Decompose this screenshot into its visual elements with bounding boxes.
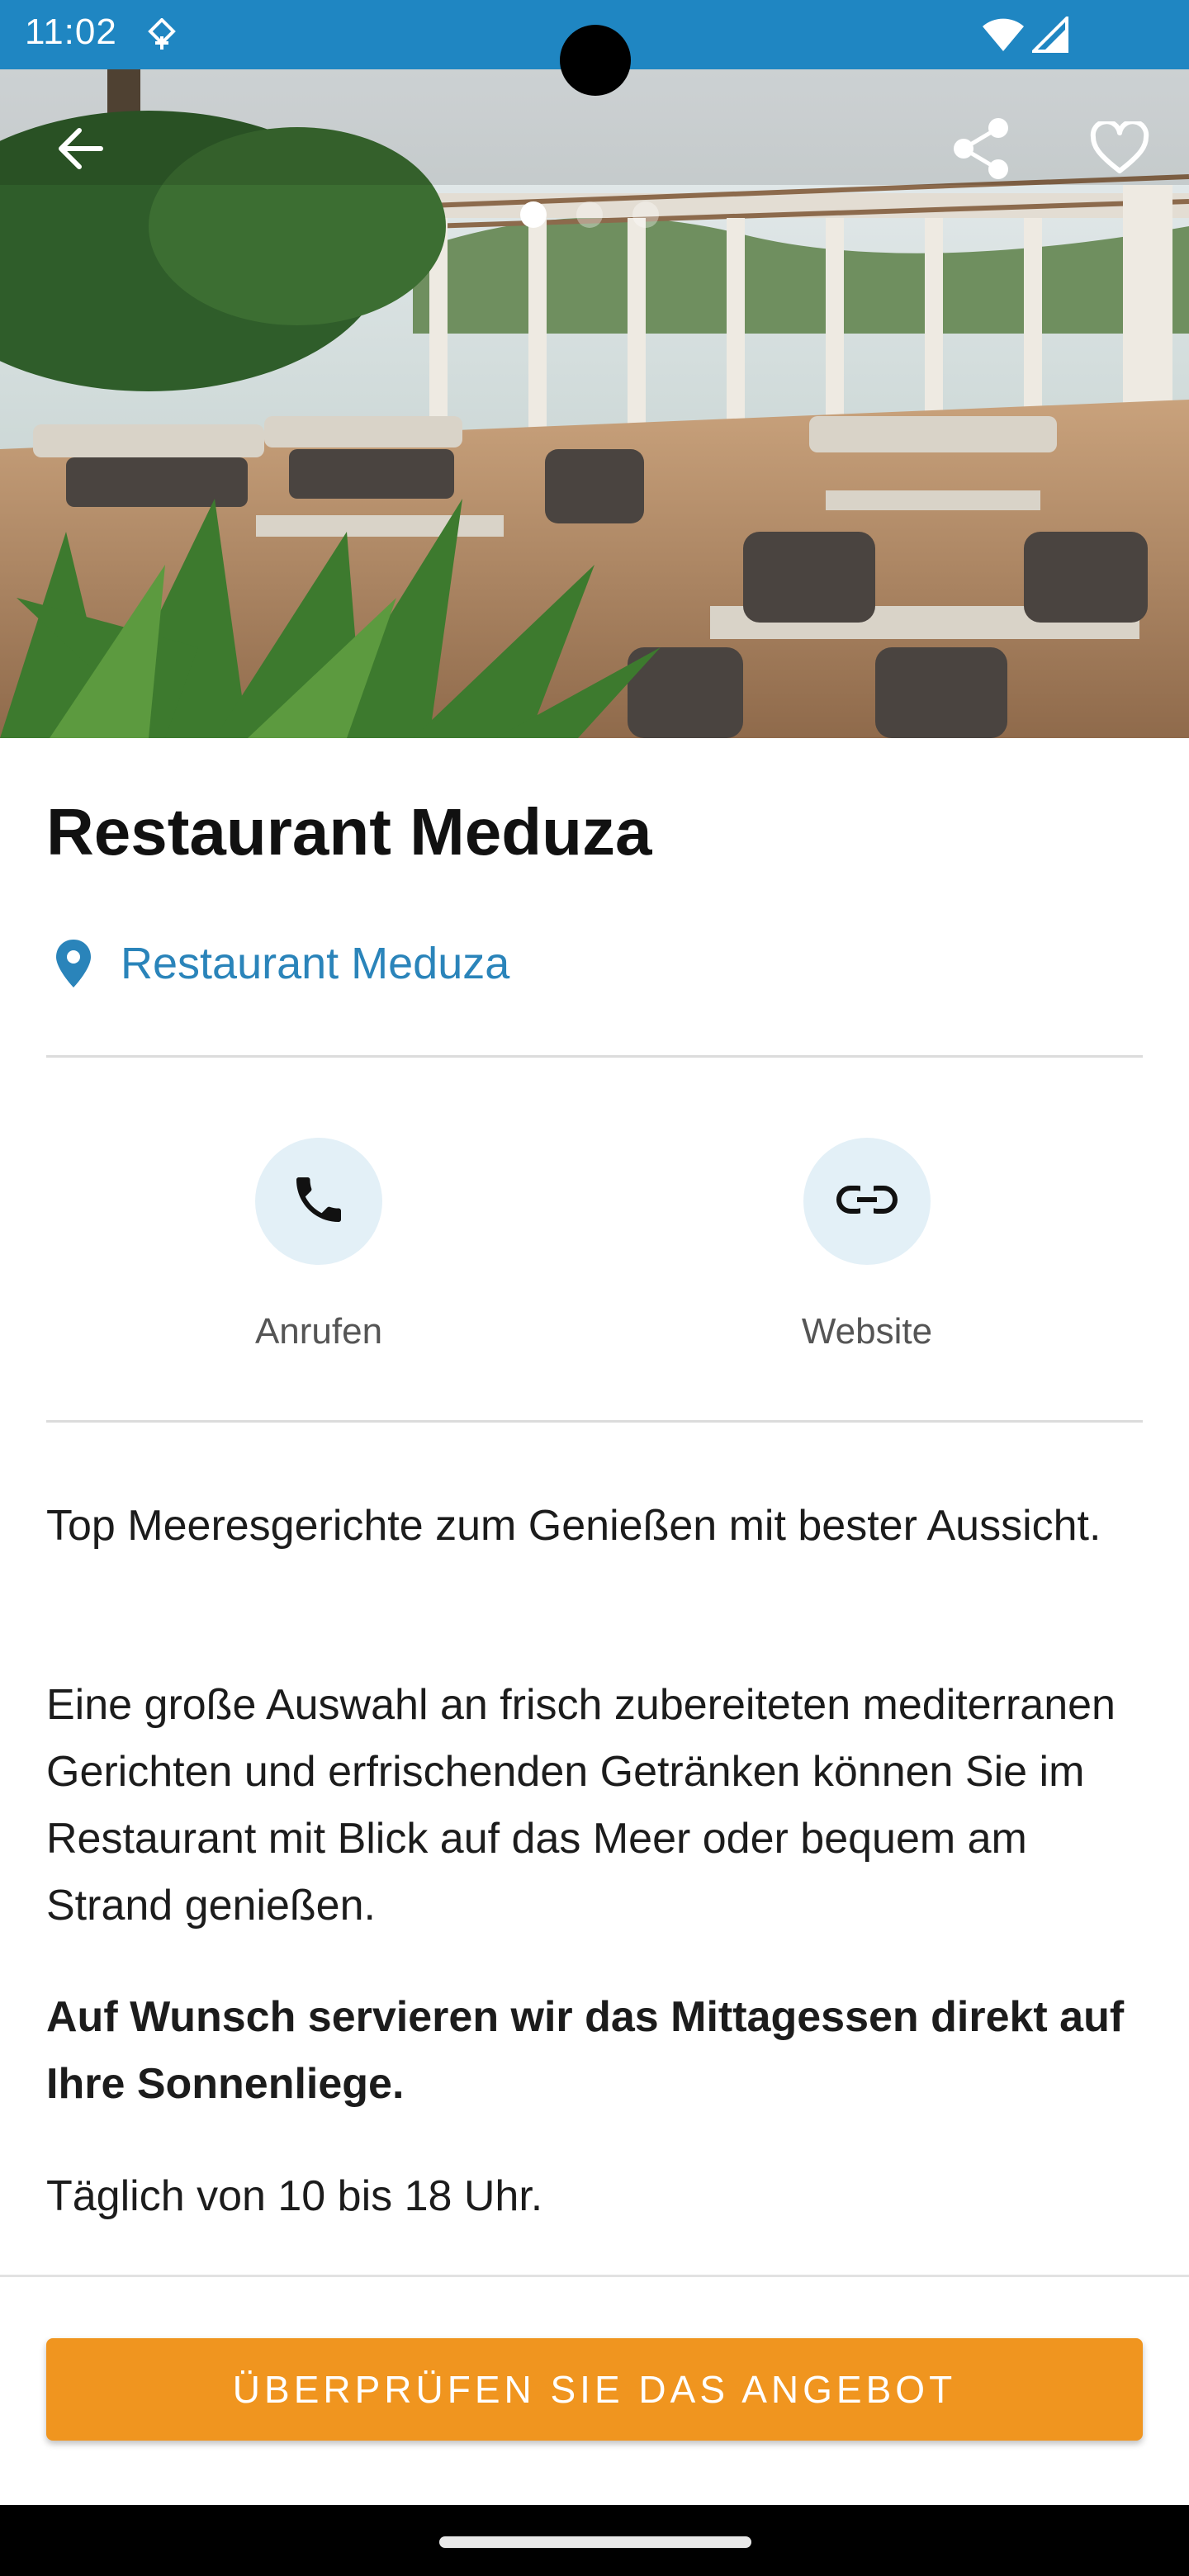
link-icon [836,1182,898,1220]
share-button[interactable] [941,111,1021,190]
carousel-dot[interactable] [632,201,659,228]
location-link[interactable]: Restaurant Meduza [46,935,509,992]
hero-image[interactable] [0,69,1189,738]
website-button[interactable]: Website [743,1138,991,1352]
page-title: Restaurant Meduza [46,795,652,869]
divider [46,1420,1143,1423]
description-highlight: Auf Wunsch servieren wir das Mittagessen… [46,1993,1125,2108]
phone-icon [289,1170,348,1234]
location-pin-icon [46,935,101,992]
divider [0,2275,1189,2277]
home-gesture-handle[interactable] [439,2536,751,2548]
back-button[interactable] [41,111,121,190]
opening-hours: Täglich von 10 bis 18 Uhr. [46,2172,543,2220]
favorite-button[interactable] [1080,111,1159,190]
wifi-icon [981,17,1026,57]
data-saver-icon [147,17,177,55]
carousel-dot-active[interactable] [520,201,547,228]
carousel-indicator [520,201,659,228]
website-label: Website [801,1311,933,1352]
call-label: Anrufen [254,1311,383,1352]
share-icon [952,117,1010,183]
status-time: 11:02 [25,12,117,52]
check-offer-button[interactable]: ÜBERPRÜFEN SIE DAS ANGEBOT [46,2338,1143,2441]
description-body: Eine große Auswahl an frisch zubereitete… [46,1681,1116,1930]
system-nav-bar [0,2505,1189,2576]
arrow-left-icon [54,122,107,179]
heart-outline-icon [1090,118,1149,180]
call-circle [255,1138,382,1265]
carousel-dot[interactable] [576,201,603,228]
divider [46,1055,1143,1058]
description-intro: Top Meeresgerichte zum Genießen mit best… [46,1502,1101,1550]
website-circle [803,1138,931,1265]
location-label: Restaurant Meduza [121,939,510,988]
camera-cutout [560,25,631,96]
call-button[interactable]: Anrufen [195,1138,443,1352]
signal-icon [1030,14,1068,57]
